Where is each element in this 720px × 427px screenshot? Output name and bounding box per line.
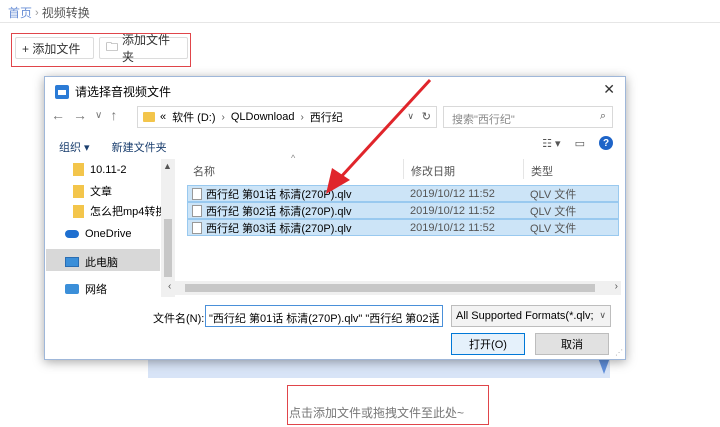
network-icon bbox=[65, 284, 79, 294]
folder-icon bbox=[73, 204, 84, 218]
address-crumb-qldownload[interactable]: QLDownload bbox=[231, 111, 295, 123]
folder-icon bbox=[73, 184, 84, 198]
filter-value: All Supported Formats(*.qlv; bbox=[456, 310, 594, 322]
column-header-type[interactable]: 类型 bbox=[531, 163, 553, 179]
organize-button[interactable]: 组织 ▾ bbox=[59, 139, 90, 155]
nav-item-article[interactable]: 文章 bbox=[73, 183, 112, 199]
file-name: 西行纪 第03话 标清(270P).qlv bbox=[206, 222, 352, 235]
file-date: 2019/10/12 11:52 bbox=[410, 204, 495, 217]
scrollbar-thumb[interactable] bbox=[185, 284, 595, 292]
breadcrumb: 首页 › 视频转换 bbox=[8, 4, 90, 21]
cloud-icon bbox=[65, 230, 79, 238]
new-folder-button[interactable]: 新建文件夹 bbox=[112, 139, 167, 155]
folder-icon bbox=[73, 163, 84, 176]
nav-item-label: 10.11-2 bbox=[90, 163, 127, 176]
chevron-down-icon[interactable]: ∨ bbox=[599, 310, 606, 321]
nav-item-label: 怎么把mp4转换 bbox=[90, 206, 167, 218]
file-list: ^ 名称 修改日期 类型 西行纪 第01话 标清(270P).qlv 2019/… bbox=[181, 153, 621, 299]
file-row[interactable]: 西行纪 第02话 标清(270P).qlv 2019/10/12 11:52 Q… bbox=[187, 202, 619, 219]
folder-icon: 🗀 bbox=[106, 39, 119, 54]
filename-value: "西行纪 第01话 标清(270P).qlv" "西行纪 第02话 bbox=[209, 313, 440, 325]
nav-item-label: OneDrive bbox=[85, 228, 132, 240]
scrollbar-thumb[interactable] bbox=[164, 219, 172, 277]
file-icon bbox=[192, 221, 202, 234]
nav-item-label: 网络 bbox=[85, 284, 107, 296]
header-divider bbox=[0, 22, 720, 23]
nav-item-label: 文章 bbox=[90, 186, 112, 198]
horizontal-scrollbar[interactable]: ‹ › bbox=[165, 281, 621, 295]
address-bar[interactable]: « 软件 (D:) › QLDownload › 西行纪 ∨ ↻ bbox=[137, 106, 437, 128]
app-icon bbox=[55, 84, 69, 99]
breadcrumb-current: 视频转换 bbox=[41, 6, 90, 20]
nav-buttons: ← → ∨ ↑ bbox=[51, 107, 117, 123]
file-row[interactable]: 西行纪 第01话 标清(270P).qlv 2019/10/12 11:52 Q… bbox=[187, 185, 619, 202]
scroll-left-icon[interactable]: ‹ bbox=[168, 281, 171, 292]
file-icon bbox=[192, 204, 202, 217]
breadcrumb-separator: › bbox=[35, 6, 39, 19]
chevron-down-icon[interactable]: ∨ bbox=[407, 111, 414, 122]
computer-icon bbox=[65, 257, 79, 267]
dropzone-text[interactable]: 点击添加文件或拖拽文件至此处~ bbox=[289, 404, 464, 421]
address-crumb-drive[interactable]: 软件 (D:) bbox=[172, 109, 215, 125]
address-crumb-folder[interactable]: 西行纪 bbox=[310, 109, 343, 125]
close-icon[interactable]: ✕ bbox=[603, 81, 615, 98]
nav-vertical-scrollbar[interactable]: ▲ bbox=[161, 159, 175, 297]
view-options-icon[interactable]: ☷ ▾ bbox=[542, 137, 560, 150]
nav-item-mp4[interactable]: 怎么把mp4转换 bbox=[73, 203, 166, 219]
file-type-filter[interactable]: All Supported Formats(*.qlv; ∨ bbox=[451, 305, 611, 327]
file-date: 2019/10/12 11:52 bbox=[410, 187, 495, 200]
file-icon bbox=[192, 187, 202, 200]
filename-input[interactable]: "西行纪 第01话 标清(270P).qlv" "西行纪 第02话 ∨ bbox=[205, 305, 443, 327]
chevron-right-icon[interactable]: › bbox=[300, 112, 303, 123]
nav-item-this-pc[interactable]: 此电脑 bbox=[65, 254, 118, 270]
resize-grip-icon[interactable]: ⋰ bbox=[615, 348, 623, 357]
nav-item-10-11-2[interactable]: 10.11-2 bbox=[73, 163, 127, 176]
scroll-right-icon[interactable]: › bbox=[615, 281, 618, 292]
folder-icon bbox=[143, 112, 155, 122]
file-type: QLV 文件 bbox=[530, 188, 577, 201]
file-type: QLV 文件 bbox=[530, 205, 577, 218]
nav-item-label: 此电脑 bbox=[85, 257, 118, 269]
view-controls: ☷ ▾ ▭ ? bbox=[542, 136, 613, 150]
chevron-right-icon[interactable]: › bbox=[222, 112, 225, 123]
cancel-button[interactable]: 取消 bbox=[535, 333, 609, 355]
nav-item-onedrive[interactable]: OneDrive bbox=[65, 228, 131, 240]
column-header-date[interactable]: 修改日期 bbox=[411, 163, 455, 179]
preview-pane-icon[interactable]: ▭ bbox=[575, 137, 585, 150]
recent-locations-icon[interactable]: ∨ bbox=[95, 110, 102, 121]
search-icon[interactable]: ⌕ bbox=[600, 110, 606, 123]
scroll-up-icon[interactable]: ▲ bbox=[163, 161, 172, 171]
forward-icon[interactable]: → bbox=[73, 107, 87, 123]
column-divider[interactable] bbox=[523, 159, 524, 179]
refresh-icon[interactable]: ↻ bbox=[422, 110, 431, 123]
breadcrumb-home[interactable]: 首页 bbox=[8, 4, 32, 21]
up-folder-icon[interactable]: ↑ bbox=[110, 107, 117, 123]
file-name: 西行纪 第02话 标清(270P).qlv bbox=[206, 205, 352, 218]
column-header-name[interactable]: 名称 bbox=[193, 163, 215, 179]
search-placeholder: 搜索"西行纪" bbox=[452, 114, 515, 126]
help-icon[interactable]: ? bbox=[599, 136, 613, 150]
file-date: 2019/10/12 11:52 bbox=[410, 221, 495, 234]
file-open-dialog: 请选择音视频文件 ✕ ← → ∨ ↑ « 软件 (D:) › QLDownloa… bbox=[44, 76, 626, 360]
dialog-titlebar: 请选择音视频文件 bbox=[55, 83, 171, 100]
column-divider[interactable] bbox=[403, 159, 404, 179]
command-bar: 组织 ▾ 新建文件夹 bbox=[59, 139, 167, 155]
search-input[interactable]: 搜索"西行纪" ⌕ bbox=[443, 106, 613, 128]
add-file-label: + 添加文件 bbox=[22, 41, 81, 56]
file-name: 西行纪 第01话 标清(270P).qlv bbox=[206, 188, 352, 201]
add-file-button[interactable]: + 添加文件 bbox=[15, 37, 94, 59]
sort-indicator-icon: ^ bbox=[291, 153, 296, 163]
add-folder-label: 添加文件夹 bbox=[122, 33, 171, 64]
filename-label: 文件名(N): bbox=[153, 313, 205, 325]
add-folder-button[interactable]: 🗀 添加文件夹 bbox=[99, 33, 188, 64]
dialog-title: 请选择音视频文件 bbox=[75, 85, 172, 99]
nav-item-network[interactable]: 网络 bbox=[65, 281, 107, 297]
open-button[interactable]: 打开(O) bbox=[451, 333, 525, 355]
address-prefix[interactable]: « bbox=[160, 111, 166, 123]
file-row[interactable]: 西行纪 第03话 标清(270P).qlv 2019/10/12 11:52 Q… bbox=[187, 219, 619, 236]
back-icon[interactable]: ← bbox=[51, 107, 65, 123]
file-type: QLV 文件 bbox=[530, 222, 577, 235]
chevron-down-icon[interactable]: ∨ bbox=[431, 310, 438, 321]
